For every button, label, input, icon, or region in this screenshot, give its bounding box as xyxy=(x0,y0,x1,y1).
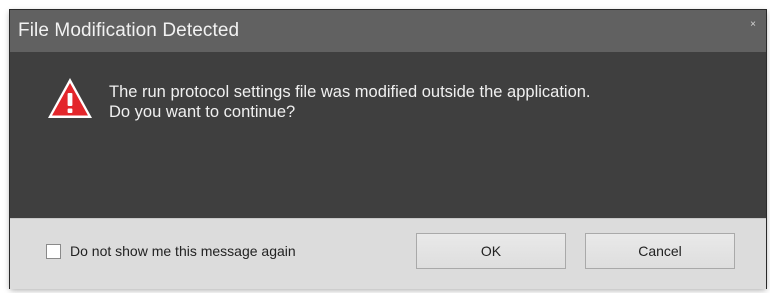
close-icon[interactable]: × xyxy=(746,18,760,32)
warning-icon xyxy=(48,78,92,118)
dont-show-again-label: Do not show me this message again xyxy=(70,243,296,259)
dont-show-again-option[interactable]: Do not show me this message again xyxy=(46,243,296,259)
dialog-message: The run protocol settings file was modif… xyxy=(109,82,591,122)
cancel-button[interactable]: Cancel xyxy=(585,233,735,269)
ok-button[interactable]: OK xyxy=(416,233,566,269)
dialog-body: The run protocol settings file was modif… xyxy=(10,52,766,218)
dialog-footer: Do not show me this message again OK Can… xyxy=(10,218,766,289)
title-bar[interactable]: File Modification Detected × xyxy=(10,10,766,52)
message-line-2: Do you want to continue? xyxy=(109,103,296,121)
message-line-1: The run protocol settings file was modif… xyxy=(109,83,591,101)
dialog-window: File Modification Detected × The run pro… xyxy=(10,10,766,289)
dialog-title: File Modification Detected xyxy=(18,20,240,41)
dont-show-again-checkbox[interactable] xyxy=(46,243,61,259)
